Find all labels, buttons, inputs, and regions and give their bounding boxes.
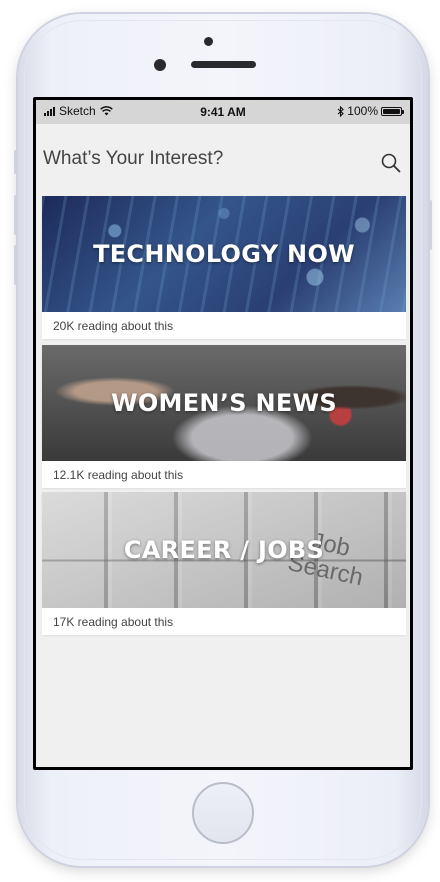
home-button[interactable] [192, 782, 254, 844]
womens-news-image: WOMEN’S NEWS [42, 345, 406, 461]
mute-switch [14, 150, 18, 174]
display: Sketch 9:41 AM 100% What’s Your Interest… [36, 100, 410, 767]
power-button [428, 200, 432, 250]
card-title: WOMEN’S NEWS [111, 389, 337, 417]
header: What’s Your Interest? [36, 124, 410, 196]
card-meta: 20K reading about this [53, 319, 174, 333]
front-camera [204, 37, 213, 46]
battery-icon [381, 106, 404, 116]
proximity-sensor [154, 59, 166, 71]
card-meta: 12.1K reading about this [53, 468, 184, 482]
interest-card-womens-news[interactable]: WOMEN’S NEWS 12.1K reading about this [42, 345, 406, 488]
screen: Sketch 9:41 AM 100% What’s Your Interest… [33, 97, 413, 770]
career-jobs-image: Job Search CAREER / JOBS [42, 492, 406, 608]
battery-percent: 100% [347, 104, 378, 118]
battery-fill [383, 108, 400, 114]
page-title: What’s Your Interest? [43, 148, 224, 169]
interest-card-career-jobs[interactable]: Job Search CAREER / JOBS 17K reading abo… [42, 492, 406, 635]
technology-image: TECHNOLOGY NOW [42, 196, 406, 312]
card-title: TECHNOLOGY NOW [93, 240, 355, 268]
status-bar: Sketch 9:41 AM 100% [36, 100, 410, 124]
earpiece-speaker [191, 61, 256, 68]
volume-down-button [14, 245, 18, 285]
status-right: 100% [337, 104, 404, 118]
search-icon[interactable] [380, 152, 402, 174]
card-title: CAREER / JOBS [123, 536, 325, 564]
bluetooth-icon [337, 105, 345, 117]
interest-card-technology[interactable]: TECHNOLOGY NOW 20K reading about this [42, 196, 406, 339]
card-meta: 17K reading about this [53, 615, 174, 629]
volume-up-button [14, 195, 18, 235]
